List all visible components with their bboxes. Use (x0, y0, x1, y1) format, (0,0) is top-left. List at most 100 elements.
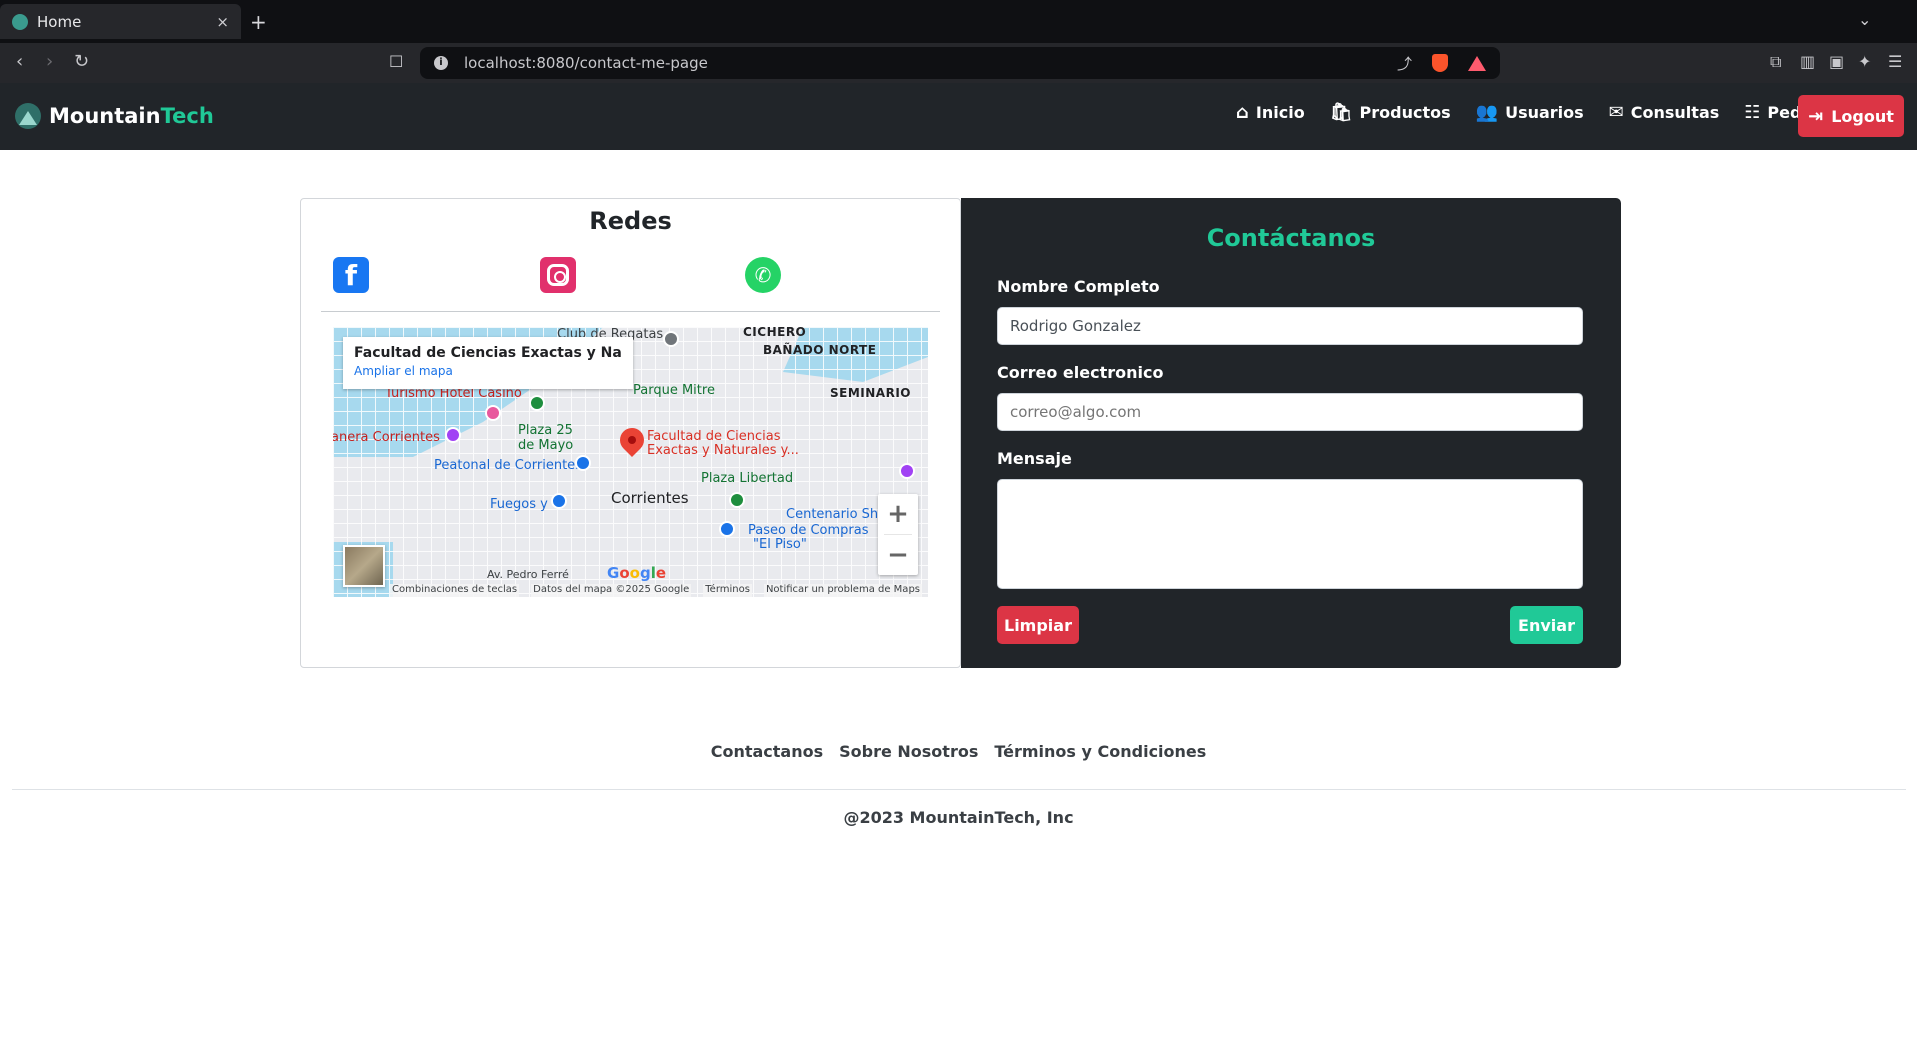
clear-button[interactable]: Limpiar (997, 606, 1079, 644)
map-place-title: Facultad de Ciencias Exactas y Natu... (354, 345, 622, 361)
google-logo: Google (607, 564, 667, 582)
poi-marker[interactable] (529, 395, 545, 411)
map-label: Plaza 25 (518, 423, 573, 438)
poi-marker[interactable] (575, 455, 591, 471)
poi-marker[interactable] (663, 331, 679, 347)
info-icon[interactable]: i (434, 56, 448, 70)
back-button[interactable]: ‹ (16, 51, 23, 72)
browser-tab-bar: Home × + ⌄ (0, 0, 1917, 43)
zoom-in-button[interactable]: + (878, 494, 918, 534)
footer-link-terms[interactable]: Términos y Condiciones (994, 742, 1206, 761)
map-label: BAÑADO NORTE (763, 343, 877, 357)
keyboard-shortcuts-link[interactable]: Combinaciones de teclas (390, 584, 520, 597)
wallet-icon[interactable]: ▣ (1829, 52, 1844, 71)
map-label: Av. Pedro Ferré (487, 568, 569, 581)
nav-link-usuarios[interactable]: 👥 Usuarios (1476, 102, 1584, 123)
email-label: Correo electronico (997, 363, 1164, 382)
menu-icon[interactable]: ☰ (1888, 52, 1902, 71)
url-text[interactable]: localhost:8080/contact-me-page (464, 54, 1397, 72)
nav-link-inicio[interactable]: ⌂ Inicio (1236, 102, 1305, 123)
tab-title: Home (37, 12, 82, 31)
home-icon: ⌂ (1236, 102, 1249, 123)
map-label: Paseo de Compras (748, 523, 869, 538)
enlarge-map-link[interactable]: Ampliar el mapa (354, 364, 622, 378)
envelope-icon: ✉ (1608, 102, 1624, 123)
footer-divider (12, 789, 1906, 790)
poi-marker[interactable] (445, 427, 461, 443)
map-label: Fuegos y (490, 497, 548, 512)
map-label: Centenario Sho (786, 507, 887, 522)
mountain-logo-icon (15, 103, 41, 129)
logout-button[interactable]: ⇥ Logout (1798, 95, 1904, 137)
map-data-text: Datos del mapa ©2025 Google (531, 584, 692, 597)
whatsapp-icon[interactable]: ✆ (745, 257, 781, 293)
brave-shields-icon[interactable] (1432, 54, 1448, 72)
logout-icon: ⇥ (1808, 105, 1824, 127)
map-label: Peatonal de Corrientes (434, 458, 582, 473)
name-field[interactable] (997, 307, 1583, 345)
map-label: SEMINARIO (830, 386, 911, 400)
footer-links: Contactanos Sobre Nosotros Términos y Co… (0, 742, 1917, 761)
footer-link-about[interactable]: Sobre Nosotros (839, 742, 978, 761)
map-label: Parque Mitre (633, 383, 715, 398)
address-bar[interactable]: i localhost:8080/contact-me-page ⤴ (420, 47, 1500, 79)
map-label: Exactas y Naturales y... (647, 443, 799, 458)
brand-name: Mountain (49, 104, 161, 128)
forward-button[interactable]: › (46, 51, 53, 72)
leo-icon[interactable]: ✦ (1858, 52, 1871, 71)
close-icon[interactable]: × (216, 13, 229, 31)
extensions-icon[interactable]: ⧉ (1770, 52, 1781, 72)
chevron-down-icon[interactable]: ⌄ (1858, 10, 1871, 29)
map-label: "El Piso" (753, 537, 807, 552)
divider (321, 311, 940, 312)
map-attribution: Combinaciones de teclas Datos del mapa ©… (333, 584, 928, 597)
map-label: de Mayo (518, 438, 574, 453)
footer-link-contact[interactable]: Contactanos (711, 742, 823, 761)
sidebar-icon[interactable]: ▥ (1800, 52, 1815, 71)
send-button[interactable]: Enviar (1510, 606, 1583, 644)
new-tab-button[interactable]: + (250, 10, 267, 34)
brand-name-accent: Tech (160, 104, 214, 128)
poi-marker[interactable] (719, 521, 735, 537)
bookmark-icon[interactable]: ☐ (389, 52, 403, 71)
copyright: @2023 MountainTech, Inc (843, 808, 1074, 827)
brand-logo-link[interactable]: Mountain Tech (15, 103, 214, 129)
nav-link-productos[interactable]: 🛍 Productos (1330, 102, 1451, 123)
users-icon: 👥 (1475, 102, 1499, 123)
satellite-toggle[interactable] (343, 545, 385, 587)
reload-button[interactable]: ↻ (74, 51, 89, 72)
social-card: Redes f ✆ Club de Regatas CICHERO BAÑADO… (300, 198, 961, 668)
browser-tab[interactable]: Home × (0, 4, 241, 39)
zoom-out-button[interactable]: − (878, 535, 918, 575)
map-place-card: Facultad de Ciencias Exactas y Natu... A… (343, 337, 633, 389)
zoom-controls: + − (878, 494, 918, 575)
contact-form-card: Contáctanos Nombre Completo Correo elect… (961, 198, 1621, 668)
poi-marker[interactable] (729, 492, 745, 508)
social-title: Redes (589, 207, 672, 235)
map-label: anera Corrientes (333, 430, 440, 445)
browser-toolbar: ‹ › ↻ ☐ i localhost:8080/contact-me-page… (0, 43, 1917, 83)
poi-marker[interactable] (485, 405, 501, 421)
google-map[interactable]: Club de Regatas CICHERO BAÑADO NORTE Par… (333, 327, 928, 597)
map-label: Facultad de Ciencias (647, 429, 781, 444)
facebook-icon[interactable]: f (333, 257, 369, 293)
shopping-bag-icon: 🛍 (1329, 102, 1353, 123)
instagram-icon[interactable] (540, 257, 576, 293)
report-problem-link[interactable]: Notificar un problema de Maps (763, 584, 922, 597)
brave-rewards-icon[interactable] (1468, 55, 1486, 71)
nav-link-consultas[interactable]: ✉ Consultas (1609, 102, 1720, 123)
email-field[interactable] (997, 393, 1583, 431)
nav-link-label: Productos (1359, 103, 1451, 122)
nav-links: ⌂ Inicio 🛍 Productos 👥 Usuarios ✉ Consul… (1236, 102, 1864, 123)
list-icon: ☷ (1744, 102, 1761, 123)
poi-marker[interactable] (551, 493, 567, 509)
terms-link[interactable]: Términos (703, 584, 752, 597)
form-title: Contáctanos (1206, 224, 1376, 252)
message-label: Mensaje (997, 449, 1072, 468)
map-label: Plaza Libertad (701, 471, 794, 486)
share-icon[interactable]: ⤴ (1397, 53, 1412, 74)
message-textarea[interactable] (997, 479, 1583, 589)
nav-link-label: Inicio (1255, 103, 1305, 122)
poi-marker[interactable] (899, 463, 915, 479)
nav-link-label: Consultas (1630, 103, 1720, 122)
